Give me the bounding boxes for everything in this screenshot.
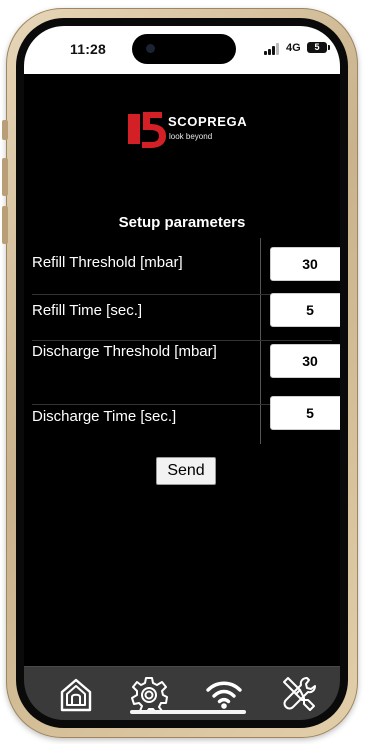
home-icon: [60, 678, 92, 712]
wifi-icon: [206, 681, 242, 709]
gear-icon: [131, 677, 168, 714]
app-screen: 11:28 4G 5 SCOPREGA look beyond Setup pa…: [24, 26, 340, 720]
phone-side-button-mute: [2, 120, 8, 140]
send-button[interactable]: Send: [156, 457, 216, 485]
dynamic-island: [132, 34, 236, 64]
discharge-time-input[interactable]: [270, 396, 340, 430]
home-indicator: [130, 710, 246, 714]
tools-icon: [283, 677, 316, 711]
battery-icon: 5: [307, 42, 330, 53]
tab-home[interactable]: [56, 674, 96, 714]
signal-icon: [264, 43, 282, 55]
status-time: 11:28: [70, 41, 107, 57]
refill-threshold-input[interactable]: [270, 247, 340, 281]
param-label: Refill Time [sec.]: [32, 302, 143, 319]
tab-tools[interactable]: [278, 674, 318, 714]
phone-side-button-volume-down: [2, 206, 8, 244]
discharge-threshold-input[interactable]: [270, 344, 340, 378]
parameters-table: Refill Threshold [mbar] Refill Time [sec…: [32, 238, 340, 448]
status-bar: 11:28 4G 5: [24, 26, 340, 74]
phone-frame: 11:28 4G 5 SCOPREGA look beyond Setup pa…: [2, 8, 358, 738]
column-divider: [260, 238, 261, 444]
scoprega-logo-icon: [128, 112, 166, 148]
brand-logo: SCOPREGA look beyond: [126, 106, 266, 150]
section-title: Setup parameters: [118, 214, 246, 231]
brand-name: SCOPREGA: [168, 114, 248, 129]
param-label: Discharge Time [sec.]: [32, 408, 177, 425]
brand-tagline: look beyond: [169, 132, 213, 141]
param-label: Discharge Threshold [mbar]: [32, 343, 217, 360]
phone-side-button-volume-up: [2, 158, 8, 196]
tab-settings[interactable]: [129, 674, 169, 714]
refill-time-input[interactable]: [270, 293, 340, 327]
camera-icon: [146, 44, 155, 53]
tab-wifi[interactable]: [204, 674, 244, 714]
network-type: 4G: [286, 42, 301, 54]
param-label: Refill Threshold [mbar]: [32, 254, 183, 271]
